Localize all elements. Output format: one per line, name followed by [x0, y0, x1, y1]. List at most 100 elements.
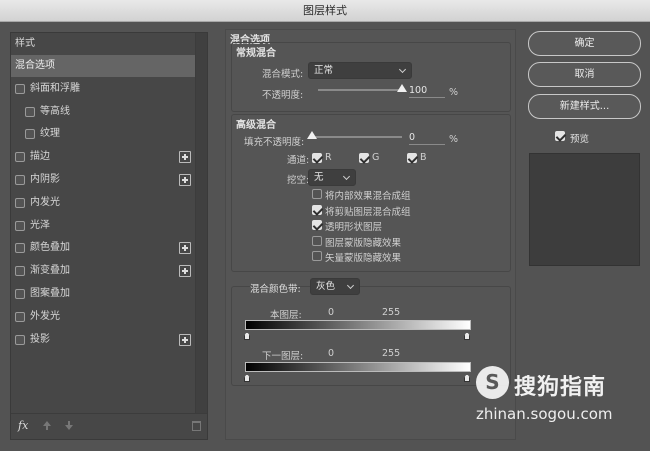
fill-opacity-slider-track[interactable]	[312, 136, 402, 138]
style-item-label: 渐变叠加	[30, 265, 70, 277]
knockout-label: 挖空:	[287, 175, 310, 186]
channel-g-checkbox[interactable]	[359, 153, 369, 163]
underlying-layer-label: 下一图层:	[262, 351, 304, 362]
add-effect-icon[interactable]	[179, 265, 191, 278]
style-item-checkbox[interactable]	[15, 243, 25, 254]
this-layer-min: 0	[328, 307, 335, 318]
style-item-checkbox[interactable]	[15, 334, 25, 345]
opacity-slider-thumb[interactable]	[397, 84, 407, 92]
blend-if-select[interactable]: 灰色	[310, 278, 360, 295]
style-item[interactable]: 图案叠加	[11, 283, 195, 305]
style-item-checkbox[interactable]	[15, 83, 25, 94]
style-item-checkbox[interactable]	[15, 289, 25, 299]
blend-mode-select[interactable]: 正常	[308, 62, 412, 79]
underlying-layer-min: 0	[328, 348, 335, 359]
style-item-checkbox[interactable]	[15, 152, 25, 163]
style-item[interactable]: 内阴影	[11, 169, 195, 191]
add-effect-icon[interactable]	[179, 242, 191, 255]
advanced-option-label: 矢量蒙版隐藏效果	[325, 253, 402, 264]
style-item-checkbox[interactable]	[15, 175, 25, 185]
underlying-layer-max: 255	[382, 348, 401, 359]
style-item-label: 图案叠加	[30, 288, 70, 299]
fill-opacity-label: 填充不透明度:	[244, 137, 305, 148]
advanced-option-label: 透明形状图层	[325, 222, 383, 233]
style-item[interactable]: 颜色叠加	[11, 237, 195, 259]
channel-r-label: R	[325, 152, 332, 163]
new-style-button[interactable]: 新建样式...	[528, 94, 641, 119]
preview-label: 预览	[570, 134, 590, 145]
add-effect-icon[interactable]	[179, 151, 191, 164]
advanced-option-checkbox[interactable]	[312, 189, 322, 199]
this-layer-black-stop[interactable]	[244, 332, 250, 340]
sogou-logo-letter: S	[485, 370, 500, 394]
move-down-icon[interactable]	[65, 421, 73, 430]
styles-scrollbar[interactable]	[195, 33, 207, 413]
style-item-checkbox[interactable]	[15, 220, 25, 231]
advanced-option-checkbox[interactable]	[312, 235, 322, 246]
general-blending-group: 常规混合 混合模式: 正常 不透明度: 100 %	[231, 42, 511, 112]
style-item-checkbox[interactable]	[15, 197, 25, 208]
advanced-option-label: 图层蒙版隐藏效果	[325, 237, 402, 249]
opacity-input[interactable]: 100	[409, 84, 445, 98]
channel-r-checkbox[interactable]	[312, 153, 322, 163]
style-item[interactable]: 渐变叠加	[11, 260, 195, 282]
style-item-label: 斜面和浮雕	[30, 82, 80, 94]
add-effect-icon[interactable]	[179, 174, 191, 186]
style-preview-swatch	[529, 153, 640, 266]
cancel-button[interactable]: 取消	[528, 62, 641, 87]
blending-options-panel: 混合选项 常规混合 混合模式: 正常 不透明度: 100 % 高级混合 填充不透…	[225, 29, 516, 440]
chevron-down-icon	[342, 172, 351, 181]
style-item[interactable]: 外发光	[11, 306, 195, 328]
style-item[interactable]: 内发光	[11, 192, 195, 214]
this-layer-label: 本图层:	[270, 310, 302, 321]
advanced-option-checkbox[interactable]	[312, 220, 322, 230]
underlying-layer-black-stop[interactable]	[244, 374, 250, 382]
opacity-slider-track[interactable]	[318, 89, 402, 91]
this-layer-gradient	[245, 320, 471, 330]
blend-if-value: 灰色	[316, 281, 336, 292]
chevron-down-icon	[346, 281, 355, 290]
advanced-blending-group: 高级混合 填充不透明度: 0 % 通道: R G B 挖空: 无 将内部效果混合…	[231, 114, 511, 272]
add-effect-icon[interactable]	[179, 333, 191, 346]
blend-mode-label: 混合模式:	[262, 69, 304, 80]
style-item[interactable]: 混合选项	[11, 55, 195, 77]
chevron-down-icon	[398, 65, 407, 74]
style-item-label: 纹理	[40, 128, 60, 140]
style-item[interactable]: 斜面和浮雕	[11, 78, 195, 100]
advanced-option-checkbox[interactable]	[312, 204, 322, 215]
fill-opacity-unit: %	[449, 134, 459, 145]
preview-checkbox[interactable]	[555, 131, 565, 141]
knockout-select[interactable]: 无	[308, 169, 356, 186]
move-up-icon[interactable]	[43, 421, 51, 430]
watermark-brand: 搜狗指南	[514, 375, 607, 400]
blend-if-group: 混合颜色带: 灰色 本图层: 0 255 下一图层: 0 255	[231, 278, 511, 386]
style-item[interactable]: 投影	[11, 329, 195, 351]
style-item[interactable]: 描边	[11, 146, 195, 168]
window-title: 图层样式	[303, 4, 347, 17]
style-item-label: 混合选项	[15, 60, 55, 71]
style-item[interactable]: 纹理	[11, 123, 195, 145]
style-item-checkbox[interactable]	[25, 129, 35, 140]
trash-icon[interactable]	[192, 421, 201, 431]
advanced-option-label: 将剪贴图层混合成组	[325, 206, 411, 218]
style-item-label: 内发光	[30, 196, 60, 208]
advanced-option-checkbox[interactable]	[312, 251, 322, 261]
this-layer-white-stop[interactable]	[464, 332, 470, 340]
underlying-layer-white-stop[interactable]	[464, 374, 470, 382]
styles-header: 样式	[11, 33, 195, 55]
style-item-label: 颜色叠加	[30, 242, 70, 254]
style-item-checkbox[interactable]	[25, 106, 35, 117]
styles-panel: 样式 混合选项斜面和浮雕等高线纹理描边 内阴影内发光光泽颜色叠加渐变叠加图案叠加外…	[10, 32, 208, 440]
advanced-option-label: 将内部效果混合成组	[325, 191, 411, 202]
advanced-blending-title: 高级混合	[236, 120, 276, 131]
channel-g-label: G	[372, 152, 380, 163]
style-item-checkbox[interactable]	[15, 311, 25, 322]
style-item[interactable]: 等高线	[11, 101, 195, 123]
fill-opacity-slider-thumb[interactable]	[307, 131, 317, 139]
style-item-checkbox[interactable]	[15, 266, 25, 277]
fill-opacity-input[interactable]: 0	[409, 131, 445, 145]
style-item[interactable]: 光泽	[11, 215, 195, 237]
fx-icon[interactable]: fx	[18, 419, 28, 432]
channel-b-checkbox[interactable]	[407, 153, 417, 163]
ok-button[interactable]: 确定	[528, 31, 641, 56]
